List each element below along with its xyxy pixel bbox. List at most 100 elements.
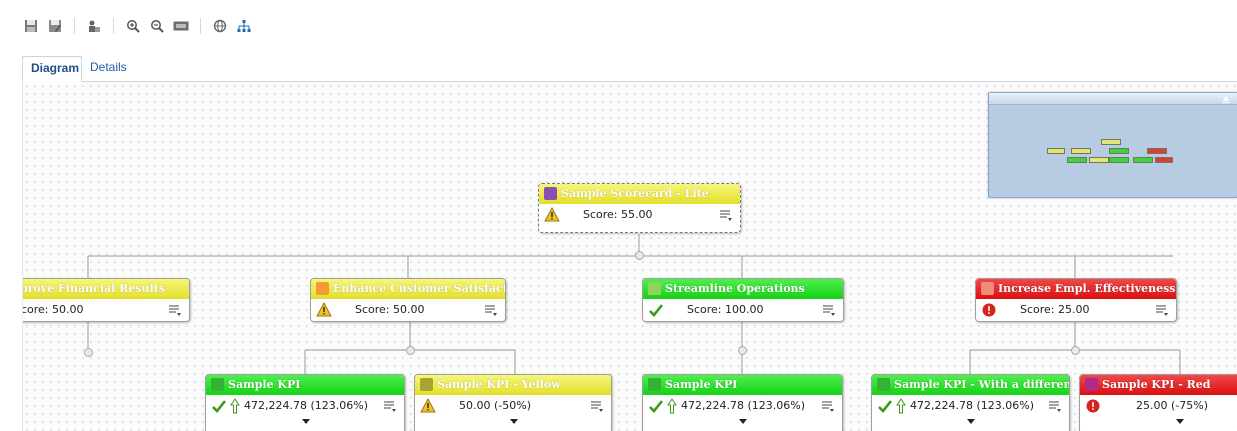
save-as-icon[interactable] bbox=[46, 17, 64, 35]
node-header: Increase Empl. Effectiveness bbox=[976, 279, 1176, 299]
zoom-to-fit-icon[interactable] bbox=[172, 17, 190, 35]
kpi-icon bbox=[1085, 378, 1098, 391]
list-menu-icon[interactable] bbox=[383, 399, 397, 413]
kpi-value: 472,224.78 (123.06%) bbox=[681, 399, 806, 412]
node-score: Score: 50.00 bbox=[355, 303, 425, 316]
expand-arrow-icon[interactable] bbox=[739, 419, 747, 424]
node-header: Enhance Customer Satisfaction bbox=[311, 279, 505, 299]
collapse-toggle[interactable] bbox=[738, 346, 747, 355]
kpi-value: 25.00 (-75%) bbox=[1136, 399, 1208, 412]
objective-node[interactable]: Enhance Customer Satisfaction Score: 50.… bbox=[310, 278, 506, 322]
kpi-node[interactable]: Sample KPI 472,224.78 (123.06%) bbox=[642, 374, 843, 431]
node-title: Streamline Operations bbox=[665, 282, 805, 295]
list-menu-icon[interactable] bbox=[1155, 303, 1169, 317]
expand-toggle[interactable] bbox=[84, 348, 93, 357]
warning-icon bbox=[544, 207, 560, 222]
kpi-value: 472,224.78 (123.06%) bbox=[244, 399, 369, 412]
objective-node[interactable]: Streamline Operations Score: 100.00 bbox=[642, 278, 844, 322]
kpi-node[interactable]: Sample KPI 472,224.78 (123.06%) bbox=[205, 374, 405, 431]
checkmark-icon bbox=[649, 304, 664, 317]
node-header: Sample KPI - Red bbox=[1080, 375, 1237, 395]
node-body: Score: 50.00 bbox=[22, 299, 189, 321]
node-header: Sample KPI bbox=[643, 375, 842, 395]
list-menu-icon[interactable] bbox=[1048, 399, 1062, 413]
node-score: Score: 50.00 bbox=[22, 303, 84, 316]
list-menu-icon[interactable] bbox=[590, 399, 604, 413]
objective-node[interactable]: Increase Empl. Effectiveness Score: 25.0… bbox=[975, 278, 1177, 322]
node-body: Score: 100.00 bbox=[643, 299, 843, 321]
list-menu-icon[interactable] bbox=[822, 303, 836, 317]
overview-titlebar bbox=[989, 93, 1237, 105]
node-title: Sample KPI - Yellow bbox=[437, 378, 561, 391]
expand-arrow-icon[interactable] bbox=[510, 419, 518, 424]
checkmark-icon bbox=[212, 400, 227, 413]
node-title: prove Financial Results bbox=[22, 282, 165, 295]
node-header: Streamline Operations bbox=[643, 279, 843, 299]
node-title: Sample Scorecard - Lite bbox=[561, 187, 709, 200]
expand-arrow-icon[interactable] bbox=[302, 419, 310, 424]
objective-node[interactable]: prove Financial Results Score: 50.00 bbox=[22, 278, 190, 322]
node-body: 472,224.78 (123.06%) bbox=[643, 395, 842, 417]
expand-toggle[interactable] bbox=[1071, 346, 1080, 355]
node-body: 472,224.78 (123.06%) bbox=[206, 395, 404, 417]
expand-toggle[interactable] bbox=[406, 346, 415, 355]
node-score: Score: 100.00 bbox=[687, 303, 764, 316]
toolbar bbox=[22, 16, 253, 36]
node-header: Sample KPI bbox=[206, 375, 404, 395]
node-header: Sample Scorecard - Lite bbox=[539, 184, 740, 204]
kpi-icon bbox=[420, 378, 433, 391]
tab-bar: Diagram Details bbox=[22, 56, 1237, 83]
node-body: Score: 55.00 bbox=[539, 204, 740, 226]
kpi-node[interactable]: Sample KPI - Red 25.00 (-75%) bbox=[1079, 374, 1237, 431]
expand-toggle[interactable] bbox=[635, 251, 644, 260]
scorecard-icon bbox=[544, 187, 557, 200]
kpi-icon bbox=[877, 378, 890, 391]
node-title: Sample KPI bbox=[228, 378, 301, 391]
kpi-node[interactable]: Sample KPI - With a different ... 472,22… bbox=[871, 374, 1070, 431]
trend-up-icon bbox=[667, 398, 677, 414]
trend-up-icon bbox=[230, 398, 240, 414]
root-scorecard-node[interactable]: Sample Scorecard - Lite Score: 55.00 bbox=[538, 183, 741, 233]
list-menu-icon[interactable] bbox=[168, 303, 182, 317]
node-title: Sample KPI - With a different ... bbox=[894, 378, 1069, 391]
expand-arrow-icon[interactable] bbox=[967, 419, 975, 424]
node-body: Score: 50.00 bbox=[311, 299, 505, 321]
error-icon bbox=[982, 303, 996, 317]
list-menu-icon[interactable] bbox=[484, 303, 498, 317]
toolbar-separator bbox=[113, 18, 114, 34]
tab-diagram[interactable]: Diagram bbox=[22, 56, 82, 83]
users-icon[interactable] bbox=[85, 17, 103, 35]
warning-icon bbox=[316, 302, 332, 317]
list-menu-icon[interactable] bbox=[719, 208, 733, 222]
list-menu-icon[interactable] bbox=[821, 399, 835, 413]
tab-details[interactable]: Details bbox=[82, 56, 135, 82]
zoom-out-icon[interactable] bbox=[148, 17, 166, 35]
node-score: Score: 55.00 bbox=[583, 208, 653, 221]
kpi-value: 472,224.78 (123.06%) bbox=[910, 399, 1035, 412]
expand-arrow-icon[interactable] bbox=[1176, 419, 1184, 424]
node-body: Score: 25.00 bbox=[976, 299, 1176, 321]
kpi-icon bbox=[648, 378, 661, 391]
kpi-value: 50.00 (-50%) bbox=[459, 399, 531, 412]
checkmark-icon bbox=[878, 400, 893, 413]
hierarchy-icon[interactable] bbox=[235, 17, 253, 35]
node-header: prove Financial Results bbox=[22, 279, 189, 299]
overview-panel[interactable] bbox=[988, 92, 1237, 198]
node-score: Score: 25.00 bbox=[1020, 303, 1090, 316]
collapse-panel-icon[interactable] bbox=[1221, 94, 1231, 104]
toolbar-separator bbox=[200, 18, 201, 34]
trend-up-icon bbox=[896, 398, 906, 414]
kpi-node[interactable]: Sample KPI - Yellow 50.00 (-50%) bbox=[414, 374, 612, 431]
save-icon[interactable] bbox=[22, 17, 40, 35]
globe-icon[interactable] bbox=[211, 17, 229, 35]
checkmark-icon bbox=[649, 400, 664, 413]
objective-icon bbox=[981, 282, 994, 295]
node-header: Sample KPI - With a different ... bbox=[872, 375, 1069, 395]
node-body: 50.00 (-50%) bbox=[415, 395, 611, 417]
node-header: Sample KPI - Yellow bbox=[415, 375, 611, 395]
zoom-in-icon[interactable] bbox=[124, 17, 142, 35]
toolbar-separator bbox=[74, 18, 75, 34]
objective-icon bbox=[648, 282, 661, 295]
node-title: Enhance Customer Satisfaction bbox=[333, 282, 506, 295]
error-icon bbox=[1086, 399, 1100, 413]
